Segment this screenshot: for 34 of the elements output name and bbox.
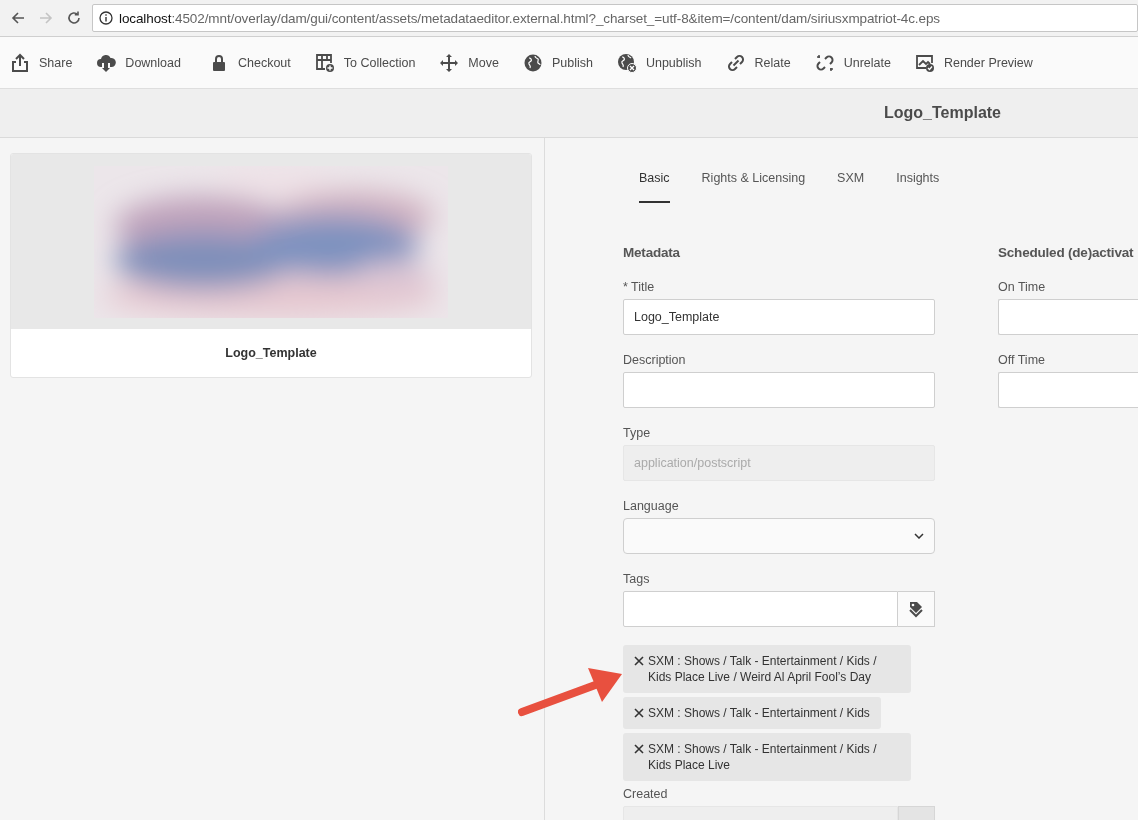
field-label: Created [623, 787, 669, 801]
asset-title: Logo_Template [883, 104, 1001, 122]
toolbar-button[interactable]: Render Preview [912, 48, 1035, 77]
section-heading: Metadata [623, 245, 681, 260]
field-label: Off Time [998, 353, 1046, 367]
address-field[interactable]: localhost:4502/mnt/overlay/dam/gui/content/assets/metadataeditor.external.html?_charset_=utf-8&item=/content/dam/siriusxmpatriot-4c.eps [92, 4, 1138, 32]
text-field[interactable]: Logo_Template [623, 299, 935, 335]
tab[interactable]: Basic [639, 164, 670, 203]
toolbar-button[interactable]: Relate [723, 48, 793, 77]
field-label: On Time [998, 280, 1047, 294]
tag-text: SXM : Shows / Talk - Entertainment / Kids / Kids Place Live [648, 741, 878, 773]
toolbar-button[interactable]: Checkout [206, 48, 293, 77]
field-label: Description [623, 353, 687, 367]
field-label: Tags [623, 572, 651, 586]
section-heading: Scheduled (de)activat [998, 245, 1135, 260]
toolbar-button[interactable]: Share [8, 48, 75, 77]
toolbar-button[interactable]: To Collection [312, 48, 418, 77]
toolbar-button[interactable]: Unpublish [614, 48, 704, 77]
toolbar-button[interactable]: Publish [520, 48, 595, 77]
field-label: * Title [623, 280, 656, 294]
tag-text: SXM : Shows / Talk - Entertainment / Kids / Kids Place Live / Weird Al April Fool’s Day [648, 653, 878, 685]
field-label: Type [623, 426, 652, 440]
tab[interactable]: Insights [896, 164, 940, 203]
tab[interactable]: SXM [837, 164, 865, 203]
tab[interactable]: Rights & Licensing [701, 164, 806, 203]
asset-name: Logo_Template [225, 346, 317, 360]
tag-text: SXM : Shows / Talk - Entertainment / Kids [648, 705, 870, 721]
toolbar-button[interactable]: Unrelate [812, 48, 893, 77]
field-label: Language [623, 499, 680, 513]
toolbar-button[interactable]: Download [94, 48, 183, 77]
readonly-field: application/postscript [623, 445, 935, 481]
toolbar-button[interactable]: Move [437, 48, 501, 77]
asset-card[interactable]: Logo_Template [10, 153, 532, 378]
url-text: localhost:4502/mnt/overlay/dam/gui/content/assets/metadataeditor.external.html?_charset_=utf-8&item=/content/dam/siriusxmpatriot-4c.eps [119, 10, 940, 26]
